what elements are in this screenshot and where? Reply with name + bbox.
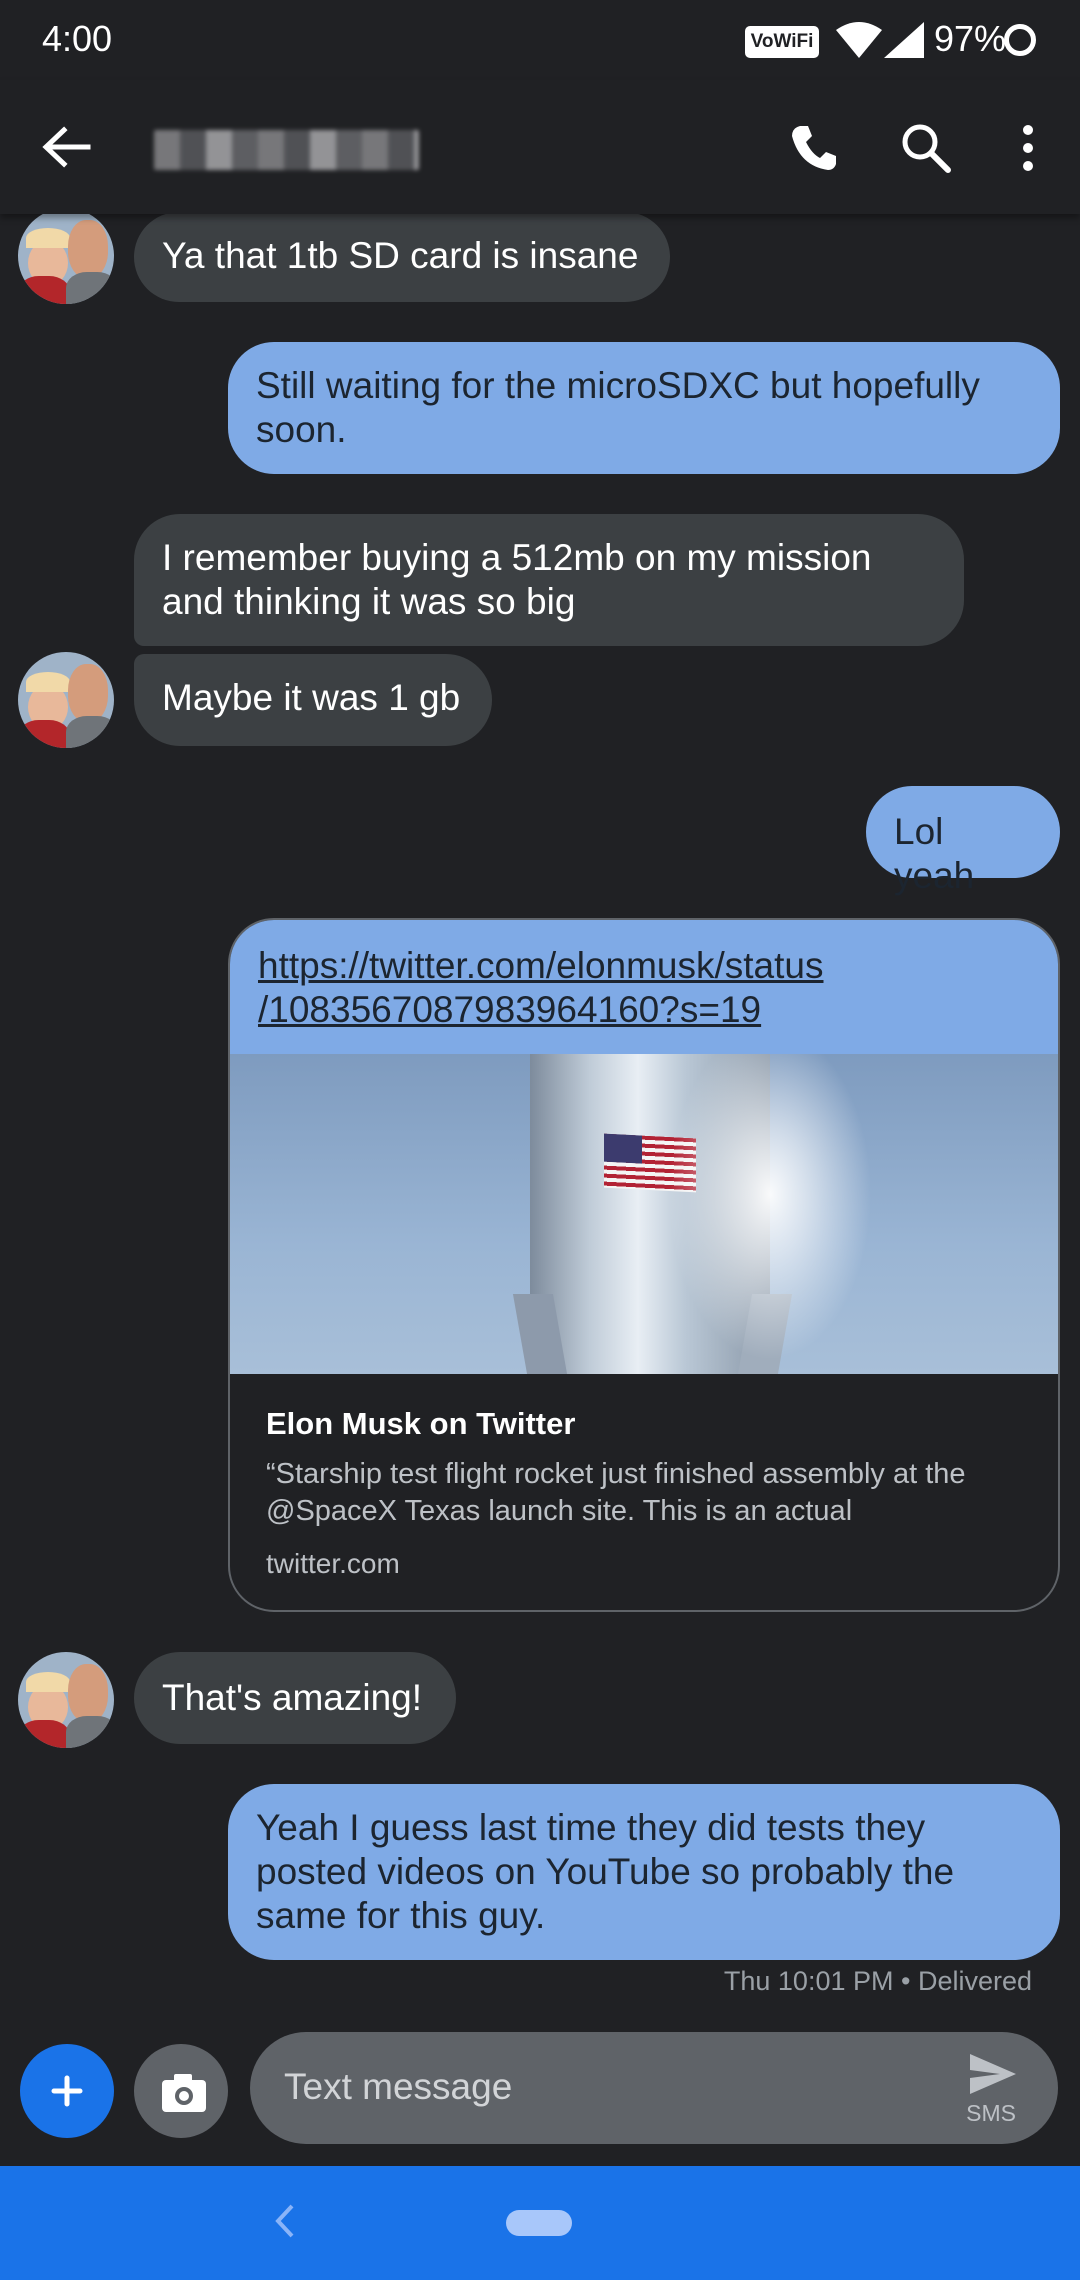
message-status: Thu 10:01 PM • Delivered xyxy=(723,1966,1032,1996)
message-bubble-incoming[interactable]: Ya that 1tb SD card is insane xyxy=(134,212,670,302)
plus-icon xyxy=(51,2075,83,2107)
contact-avatar[interactable] xyxy=(18,1652,114,1748)
app-bar xyxy=(0,80,1080,214)
link-preview-image[interactable] xyxy=(230,1054,1058,1374)
status-time: 4:00 xyxy=(42,18,113,59)
more-options-icon[interactable] xyxy=(1010,120,1046,176)
search-icon[interactable] xyxy=(898,120,954,176)
message-bubble-incoming[interactable]: I remember buying a 512mb on my mission … xyxy=(134,514,964,646)
message-bubble-outgoing[interactable]: Still waiting for the microSDXC but hope… xyxy=(228,342,1060,474)
status-bar: 4:00 VoWiFi 97% xyxy=(0,0,1080,80)
message-bubble-outgoing[interactable]: Lol yeah xyxy=(866,786,1060,896)
message-bubble-incoming[interactable]: Maybe it was 1 gb xyxy=(134,654,492,746)
add-attachment-button[interactable] xyxy=(20,2044,114,2138)
camera-button[interactable] xyxy=(134,2044,228,2138)
sms-label: SMS xyxy=(966,2100,1016,2126)
link-preview-card[interactable]: https://twitter.com/elonmusk/status /108… xyxy=(228,918,1060,1612)
message-input-placeholder: Text message xyxy=(284,2066,513,2107)
link-url-line2: /1083567087983964160?s=19 xyxy=(258,989,762,1030)
link-description: “Starship test flight rocket just finish… xyxy=(266,1458,966,1527)
message-bubble-incoming[interactable]: That's amazing! xyxy=(134,1652,456,1744)
signal-icon xyxy=(884,22,924,58)
link-url[interactable]: https://twitter.com/elonmusk/status /108… xyxy=(230,920,1058,1054)
message-input[interactable]: Text message SMS xyxy=(250,2032,1058,2144)
contact-name[interactable] xyxy=(154,130,419,170)
battery-percent: 97% xyxy=(934,18,1007,59)
contact-avatar[interactable] xyxy=(18,652,114,748)
message-bubble-outgoing[interactable]: Yeah I guess last time they did tests th… xyxy=(228,1784,1060,1960)
phone-icon[interactable] xyxy=(786,120,842,176)
nav-back-icon[interactable] xyxy=(270,2196,300,2246)
system-nav-bar xyxy=(0,2166,1080,2280)
nav-home-pill[interactable] xyxy=(506,2210,572,2236)
link-url-line1: https://twitter.com/elonmusk/status xyxy=(258,945,824,986)
link-title: Elon Musk on Twitter xyxy=(266,1406,576,1441)
back-arrow-icon[interactable] xyxy=(36,122,96,172)
camera-icon xyxy=(162,2074,206,2112)
send-icon[interactable] xyxy=(968,2052,1018,2096)
wifi-icon xyxy=(836,22,882,58)
sun-glare xyxy=(660,1054,880,1374)
link-domain: twitter.com xyxy=(266,1548,400,1579)
contact-avatar[interactable] xyxy=(18,208,114,304)
battery-icon xyxy=(1004,24,1036,56)
vowifi-icon: VoWiFi xyxy=(745,26,819,58)
